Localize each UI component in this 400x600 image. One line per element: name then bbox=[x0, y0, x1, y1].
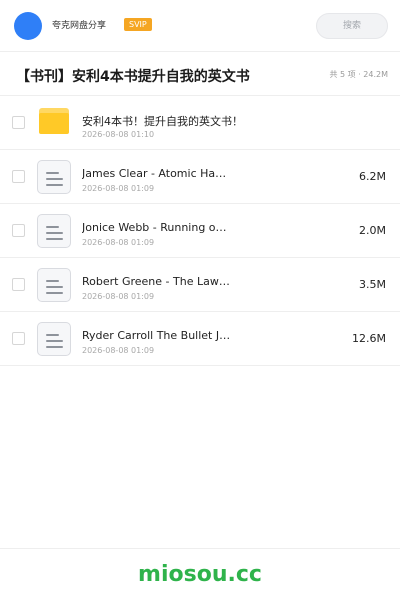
avatar[interactable] bbox=[14, 12, 42, 40]
folder-header: 【书刊】安利4本书提升自我的英文书 共 5 项 · 24.2M bbox=[0, 52, 400, 96]
document-icon bbox=[37, 160, 71, 194]
row-checkbox[interactable] bbox=[12, 116, 25, 129]
top-bar: 夸克网盘分享 SVIP 搜索 bbox=[0, 0, 400, 52]
row-checkbox[interactable] bbox=[12, 170, 25, 183]
file-name: Robert Greene - The Laws of Human Nature bbox=[82, 275, 232, 288]
file-size: 2.0M bbox=[359, 224, 386, 237]
file-name: Jonice Webb - Running on Empty bbox=[82, 221, 232, 234]
folder-summary: 共 5 项 · 24.2M bbox=[329, 70, 388, 79]
svip-badge: SVIP bbox=[124, 18, 152, 31]
footer: miosou.cc bbox=[0, 548, 400, 600]
file-date: 2026-08-08 01:09 bbox=[82, 292, 155, 301]
file-size: 6.2M bbox=[359, 170, 386, 183]
file-name: Ryder Carroll The Bullet Journal Method bbox=[82, 329, 232, 342]
row-checkbox[interactable] bbox=[12, 224, 25, 237]
file-date: 2026-08-08 01:10 bbox=[82, 130, 155, 139]
folder-icon bbox=[39, 108, 69, 136]
document-icon bbox=[37, 214, 71, 248]
file-name: James Clear - Atomic Habits bbox=[82, 167, 232, 180]
file-size: 3.5M bbox=[359, 278, 386, 291]
page-title: 【书刊】安利4本书提升自我的英文书 bbox=[16, 69, 250, 85]
file-size: 12.6M bbox=[352, 332, 386, 345]
file-row[interactable]: Robert Greene - The Laws of Human Nature… bbox=[0, 258, 400, 312]
watermark: miosou.cc bbox=[138, 562, 262, 587]
row-checkbox[interactable] bbox=[12, 332, 25, 345]
file-row[interactable]: Ryder Carroll The Bullet Journal Method … bbox=[0, 312, 400, 366]
file-list: 安利4本书！提升自我的英文书！ 2026-08-08 01:10 James C… bbox=[0, 96, 400, 366]
file-row[interactable]: Jonice Webb - Running on Empty 2026-08-0… bbox=[0, 204, 400, 258]
file-name: 安利4本书！提升自我的英文书！ bbox=[82, 115, 243, 128]
row-checkbox[interactable] bbox=[12, 278, 25, 291]
file-row[interactable]: James Clear - Atomic Habits 2026-08-08 0… bbox=[0, 150, 400, 204]
file-date: 2026-08-08 01:09 bbox=[82, 346, 155, 355]
file-date: 2026-08-08 01:09 bbox=[82, 184, 155, 193]
file-date: 2026-08-08 01:09 bbox=[82, 238, 155, 247]
search-button[interactable]: 搜索 bbox=[316, 13, 388, 39]
username: 夸克网盘分享 bbox=[52, 21, 107, 31]
document-icon bbox=[37, 322, 71, 356]
file-row-folder[interactable]: 安利4本书！提升自我的英文书！ 2026-08-08 01:10 bbox=[0, 96, 400, 150]
document-icon bbox=[37, 268, 71, 302]
